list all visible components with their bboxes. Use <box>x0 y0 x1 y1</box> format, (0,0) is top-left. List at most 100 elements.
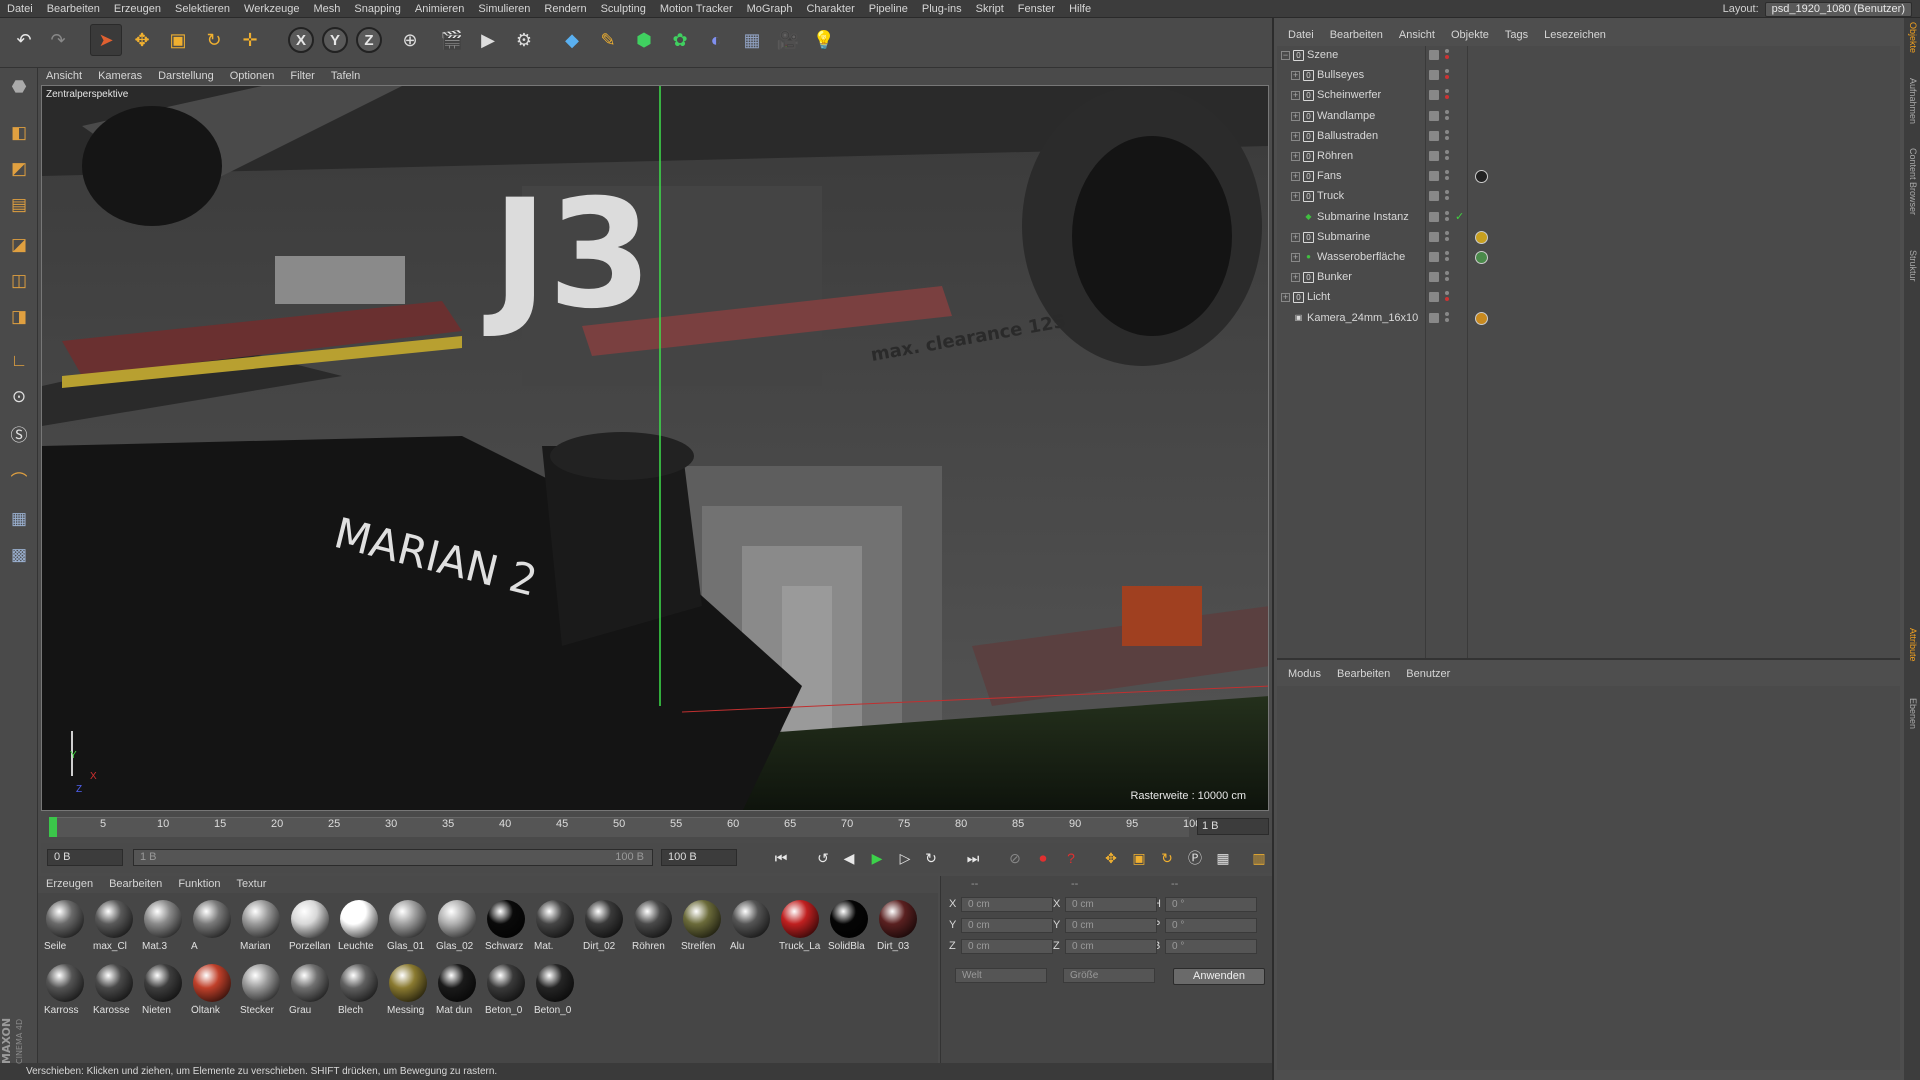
keyframe-selection-icon[interactable]: ? <box>1059 847 1083 869</box>
material-swatch[interactable]: A <box>189 897 235 957</box>
layer-visibility-icon[interactable] <box>1429 211 1439 222</box>
object-menu-lesezeichen[interactable]: Lesezeichen <box>1536 26 1614 44</box>
material-menu-bearbeiten[interactable]: Bearbeiten <box>101 876 170 893</box>
material-swatch[interactable]: Nieten <box>140 961 186 1021</box>
layer-visibility-icon[interactable] <box>1429 292 1439 303</box>
object-row[interactable]: +0 Scheinwerfer <box>1277 86 1900 106</box>
material-swatch[interactable]: Seile <box>42 897 88 957</box>
editor-render-dots[interactable] <box>1445 210 1449 225</box>
layer-visibility-icon[interactable] <box>1429 272 1439 283</box>
menu-mesh[interactable]: Mesh <box>306 0 347 18</box>
editor-render-dots[interactable] <box>1445 230 1449 245</box>
coord-value-field[interactable]: 0 cm <box>961 897 1053 912</box>
expand-toggle[interactable]: + <box>1291 152 1300 161</box>
menu-animieren[interactable]: Animieren <box>408 0 472 18</box>
viewport-menu-ansicht[interactable]: Ansicht <box>38 68 90 85</box>
object-row[interactable]: +0 Submarine <box>1277 228 1900 248</box>
y-axis-lock-icon[interactable]: Y <box>322 27 348 53</box>
layer-visibility-icon[interactable] <box>1429 151 1439 161</box>
deformer-icon[interactable]: ◐ <box>700 24 732 56</box>
menu-pipeline[interactable]: Pipeline <box>862 0 915 18</box>
expand-toggle[interactable]: + <box>1291 273 1300 283</box>
material-swatch[interactable]: Beton_0 <box>532 961 578 1021</box>
material-swatch[interactable]: Dirt_03 <box>875 897 921 957</box>
next-key-icon[interactable]: ↻ <box>919 847 943 869</box>
side-tab-ebenen[interactable]: Ebenen <box>1906 698 1918 729</box>
layer-visibility-icon[interactable] <box>1429 50 1439 60</box>
material-swatch[interactable]: Glas_01 <box>385 897 431 957</box>
attribute-menu-modus[interactable]: Modus <box>1280 665 1329 683</box>
editor-render-dots[interactable] <box>1445 271 1449 285</box>
polygons-mode-icon[interactable]: ◨ <box>4 302 34 332</box>
object-row[interactable]: +0 Truck <box>1277 187 1900 207</box>
object-row[interactable]: +0 Ballustraden <box>1277 127 1900 147</box>
menu-sculpting[interactable]: Sculpting <box>594 0 653 18</box>
end-frame-field[interactable]: 100 B <box>661 849 737 866</box>
points-mode-icon[interactable]: ◪ <box>4 230 34 260</box>
layer-visibility-icon[interactable] <box>1429 231 1439 242</box>
menu-fenster[interactable]: Fenster <box>1011 0 1062 18</box>
expand-toggle[interactable]: + <box>1291 71 1300 81</box>
attribute-menu-bearbeiten[interactable]: Bearbeiten <box>1329 665 1398 683</box>
cube-primitive-icon[interactable]: ◆ <box>556 24 588 56</box>
expand-toggle[interactable]: + <box>1291 253 1300 262</box>
layer-visibility-icon[interactable] <box>1429 252 1439 262</box>
menu-erzeugen[interactable]: Erzeugen <box>107 0 168 18</box>
record-keys-icon[interactable]: ⊘ <box>1003 847 1027 869</box>
enabled-check-icon[interactable]: ✓ <box>1455 210 1464 223</box>
current-frame-field[interactable]: 1 B <box>1197 818 1269 835</box>
camera-icon[interactable]: 🎥 <box>772 24 804 56</box>
coord-value-field[interactable]: 0 ° <box>1165 897 1257 912</box>
menu-selektieren[interactable]: Selektieren <box>168 0 237 18</box>
material-swatch[interactable]: Leuchte <box>336 897 382 957</box>
magnet-icon[interactable]: ⌒ <box>4 464 34 494</box>
rotate-icon[interactable]: ↻ <box>198 24 230 56</box>
coord-value-field[interactable]: 0 cm <box>961 939 1053 954</box>
autokey-icon[interactable]: ⏺ <box>1031 847 1055 869</box>
editor-render-dots[interactable] <box>1445 190 1449 204</box>
expand-toggle[interactable]: + <box>1291 192 1300 202</box>
apply-button[interactable]: Anwenden <box>1173 968 1265 985</box>
viewport-menu-darstellung[interactable]: Darstellung <box>150 68 222 85</box>
material-swatch[interactable]: Mat.3 <box>140 897 186 957</box>
editor-render-dots[interactable] <box>1445 251 1449 265</box>
object-row[interactable]: +0 Röhren <box>1277 147 1900 167</box>
layout-selector[interactable]: Layout: psd_1920_1080 (Benutzer) <box>1723 0 1912 18</box>
material-swatch[interactable]: Mat. <box>532 897 578 957</box>
material-swatch[interactable]: Röhren <box>630 897 676 957</box>
side-tab-attribute[interactable]: Attribute <box>1906 628 1918 662</box>
side-tab-content-browser[interactable]: Content Browser <box>1906 148 1918 215</box>
coord-value-field[interactable]: 0 ° <box>1165 939 1257 954</box>
workplane-grid-icon[interactable]: ▦ <box>4 504 34 534</box>
render-picture-viewer-icon[interactable]: ▶ <box>472 24 504 56</box>
material-swatch[interactable]: max_Cl <box>91 897 137 957</box>
next-frame-icon[interactable]: ▷ <box>893 847 917 869</box>
material-menu-funktion[interactable]: Funktion <box>170 876 228 893</box>
expand-toggle[interactable]: + <box>1291 111 1300 121</box>
object-row[interactable]: +0 Bullseyes <box>1277 66 1900 86</box>
key-parameter-icon[interactable]: Ⓟ <box>1183 847 1207 869</box>
expand-toggle[interactable]: + <box>1281 293 1290 303</box>
layer-visibility-icon[interactable] <box>1429 90 1439 101</box>
material-swatch[interactable]: Grau <box>287 961 333 1021</box>
layer-visibility-icon[interactable] <box>1429 70 1439 81</box>
editor-render-dots[interactable] <box>1445 89 1449 103</box>
key-rotation-icon[interactable]: ↻ <box>1155 847 1179 869</box>
menu-rendern[interactable]: Rendern <box>537 0 593 18</box>
menu-mograph[interactable]: MoGraph <box>740 0 800 18</box>
pen-spline-icon[interactable]: ✎ <box>592 24 624 56</box>
play-icon[interactable]: ▶ <box>865 847 889 869</box>
material-menu-textur[interactable]: Textur <box>229 876 275 893</box>
go-to-start-icon[interactable]: ⏮ <box>769 847 793 869</box>
menu-werkzeuge[interactable]: Werkzeuge <box>237 0 306 18</box>
material-swatch[interactable]: Messing <box>385 961 431 1021</box>
coord-space-dropdown[interactable]: Welt <box>955 968 1047 983</box>
material-menu-erzeugen[interactable]: Erzeugen <box>38 876 101 893</box>
object-row[interactable]: +0 Licht <box>1277 288 1900 308</box>
editor-render-dots[interactable] <box>1445 49 1449 63</box>
previous-frame-icon[interactable]: ◀ <box>837 847 861 869</box>
material-swatch[interactable]: Schwarz <box>483 897 529 957</box>
texture-mode-icon[interactable]: ◩ <box>4 154 34 184</box>
redo-icon[interactable]: ↷ <box>42 24 74 56</box>
live-select-icon[interactable]: ✛ <box>234 24 266 56</box>
